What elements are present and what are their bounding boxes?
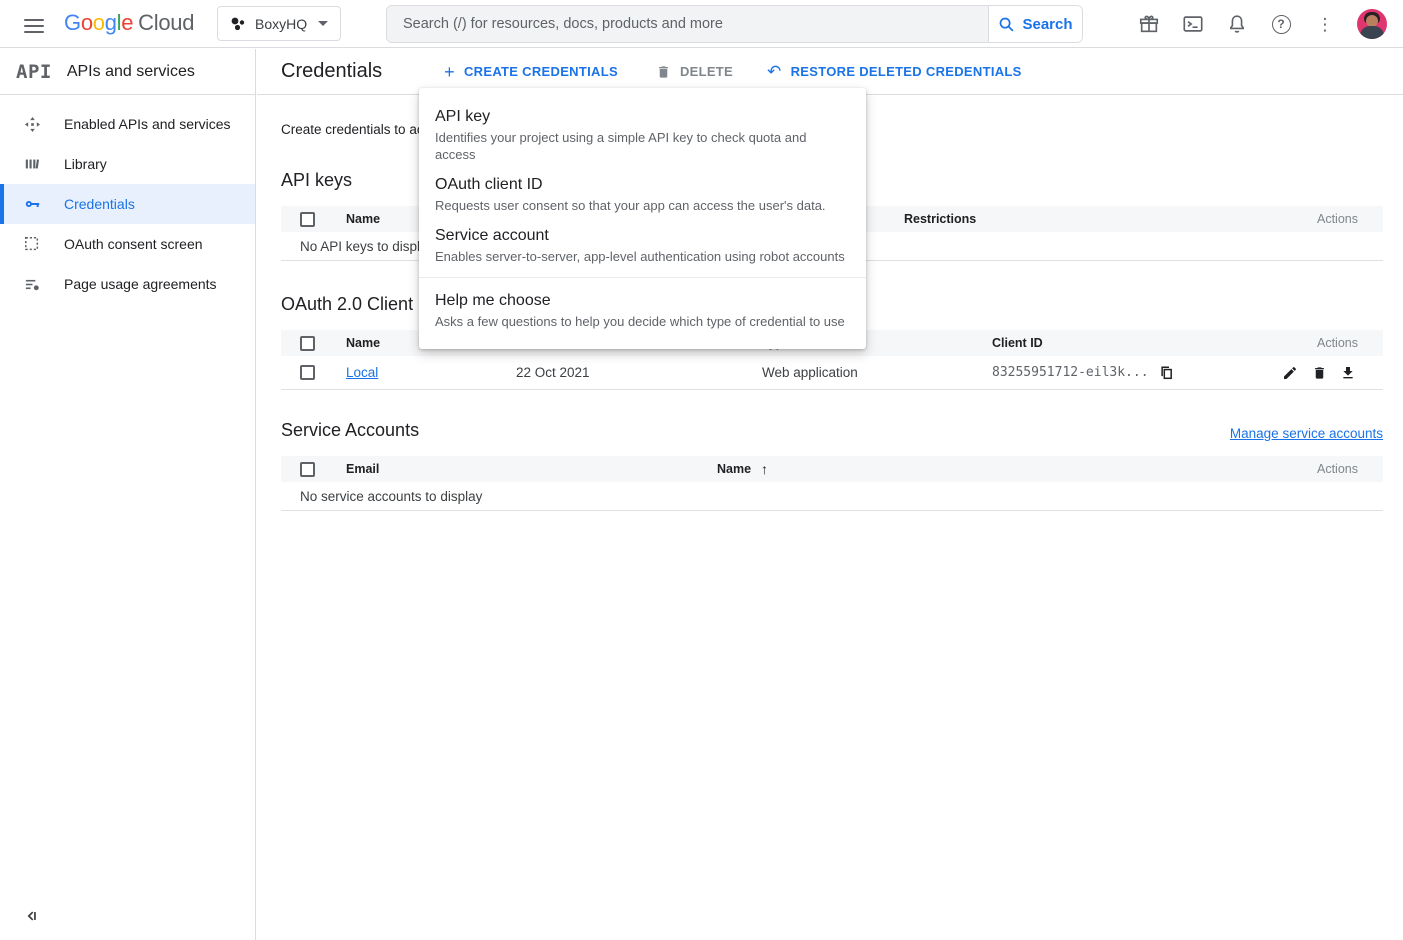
sidebar-nav: Enabled APIs and services Library Creden…: [0, 95, 255, 304]
download-icon[interactable]: [1338, 363, 1358, 383]
free-trial-gift-icon[interactable]: [1137, 12, 1161, 36]
service-accounts-empty-row: No service accounts to display: [281, 482, 1383, 511]
sidebar-title: APIs and services: [67, 63, 195, 81]
plus-icon: +: [444, 65, 455, 79]
select-all-checkbox[interactable]: [300, 462, 315, 477]
edit-pencil-icon[interactable]: [1280, 363, 1300, 383]
sidebar: API APIs and services Enabled APIs and s…: [0, 49, 256, 940]
client-name-link[interactable]: Local: [346, 365, 378, 380]
menu-item-service-account[interactable]: Service account Enables server-to-server…: [419, 220, 866, 271]
select-all-checkbox[interactable]: [300, 212, 315, 227]
service-accounts-heading-row: Service Accounts Manage service accounts: [281, 420, 1383, 441]
list-gear-icon: [23, 276, 41, 293]
cloud-shell-icon[interactable]: [1181, 12, 1205, 36]
user-avatar[interactable]: [1357, 9, 1387, 39]
sort-column-name[interactable]: Name ↑: [717, 461, 1317, 477]
global-search: Search: [386, 5, 1083, 43]
manage-service-accounts-link[interactable]: Manage service accounts: [1230, 426, 1383, 441]
collapse-sidebar-icon[interactable]: [24, 908, 40, 924]
notifications-bell-icon[interactable]: [1225, 12, 1249, 36]
consent-screen-icon: [23, 236, 41, 252]
sort-asc-icon: ↑: [761, 461, 768, 477]
search-icon: [998, 16, 1015, 33]
menu-item-api-key[interactable]: API key Identifies your project using a …: [419, 101, 866, 169]
help-icon[interactable]: ?: [1269, 12, 1293, 36]
page-title: Credentials: [281, 60, 382, 83]
delete-trash-icon[interactable]: [1309, 363, 1329, 383]
row-checkbox[interactable]: [300, 365, 315, 380]
copy-icon[interactable]: [1159, 365, 1174, 381]
library-icon: [23, 156, 41, 172]
sidebar-item-oauth-consent[interactable]: OAuth consent screen: [0, 224, 255, 264]
sidebar-item-page-usage[interactable]: Page usage agreements: [0, 264, 255, 304]
create-credentials-button[interactable]: + CREATE CREDENTIALS: [440, 58, 622, 85]
client-id-value: 83255951712-eil3k...: [992, 365, 1149, 380]
search-input[interactable]: [387, 6, 988, 42]
google-cloud-logo[interactable]: GoogleCloud: [64, 10, 194, 36]
undo-icon: ↶: [767, 66, 782, 78]
search-button[interactable]: Search: [988, 6, 1082, 42]
project-logo-icon: [230, 16, 246, 32]
project-name: BoxyHQ: [255, 16, 307, 32]
topbar: GoogleCloud BoxyHQ Search ? ⋮: [0, 0, 1403, 48]
topbar-actions: ? ⋮: [1137, 0, 1387, 48]
api-product-logo: API: [16, 61, 52, 83]
sidebar-header: API APIs and services: [0, 49, 255, 95]
service-accounts-heading: Service Accounts: [281, 420, 419, 441]
trash-icon: [656, 64, 671, 80]
service-accounts-table-header: Email Name ↑ Actions: [281, 456, 1383, 482]
restore-credentials-button[interactable]: ↶ RESTORE DELETED CREDENTIALS: [763, 58, 1026, 85]
project-selector[interactable]: BoxyHQ: [217, 6, 341, 41]
sidebar-item-credentials[interactable]: Credentials: [0, 184, 255, 224]
menu-item-oauth-client-id[interactable]: OAuth client ID Requests user consent so…: [419, 169, 866, 220]
sidebar-item-enabled-apis[interactable]: Enabled APIs and services: [0, 104, 255, 144]
oauth-client-row: Local 22 Oct 2021 Web application 832559…: [281, 356, 1383, 390]
delete-button[interactable]: DELETE: [652, 58, 737, 86]
menu-item-help-me-choose[interactable]: Help me choose Asks a few questions to h…: [419, 285, 866, 336]
service-accounts-table: Email Name ↑ Actions No service accounts…: [281, 456, 1383, 511]
sidebar-item-library[interactable]: Library: [0, 144, 255, 184]
key-icon: [23, 195, 41, 213]
more-options-icon[interactable]: ⋮: [1313, 12, 1337, 36]
dashboard-dpad-icon: [23, 116, 41, 133]
menu-divider: [419, 277, 866, 278]
create-credentials-menu: API key Identifies your project using a …: [419, 88, 866, 349]
menu-icon[interactable]: [24, 15, 44, 33]
avatar-body: [1360, 26, 1384, 39]
select-all-checkbox[interactable]: [300, 336, 315, 351]
chevron-down-icon: [318, 21, 328, 26]
